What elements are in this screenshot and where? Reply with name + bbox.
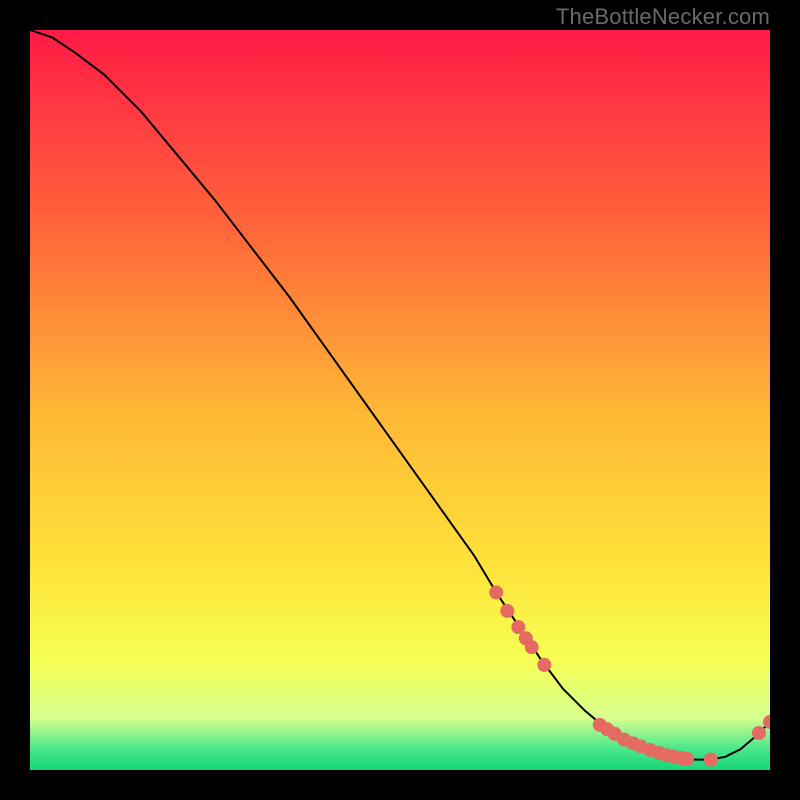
- curve-marker: [752, 726, 766, 740]
- curve-marker: [537, 658, 551, 672]
- curve-marker: [680, 752, 694, 766]
- curve-marker: [704, 753, 718, 767]
- gradient-background: [30, 30, 770, 770]
- plot-area: [30, 30, 770, 770]
- curve-marker: [500, 604, 514, 618]
- chart-svg: [30, 30, 770, 770]
- curve-marker: [525, 640, 539, 654]
- chart-stage: TheBottleNecker.com: [0, 0, 800, 800]
- watermark-text: TheBottleNecker.com: [556, 4, 770, 30]
- curve-marker: [489, 585, 503, 599]
